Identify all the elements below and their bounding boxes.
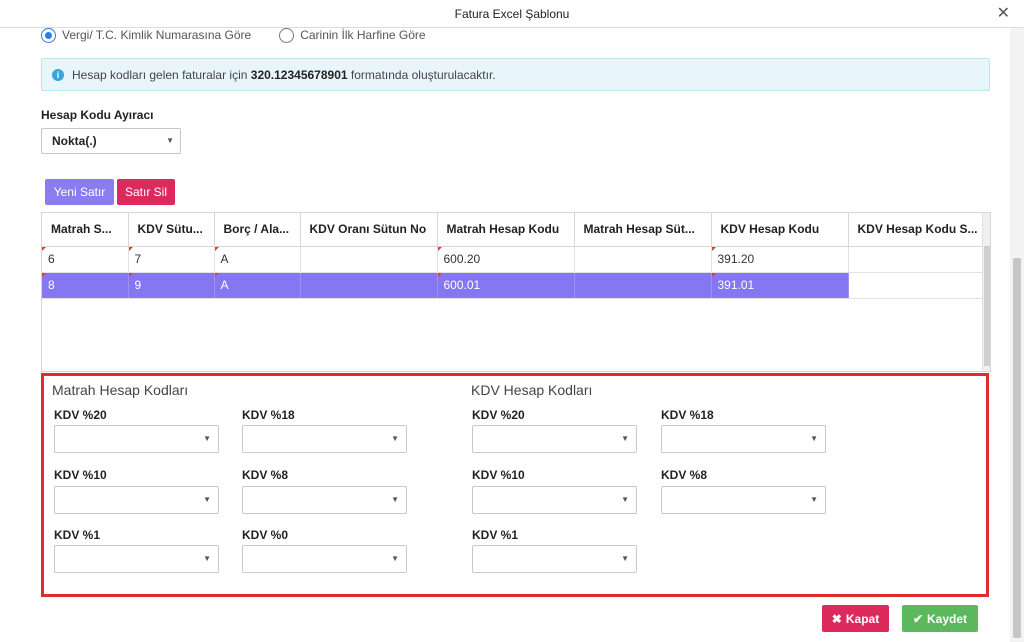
column-header[interactable]: Matrah Hesap Kodu (437, 213, 575, 247)
dialog-window: Fatura Excel Şablonu ✕ Vergi/ T.C. Kimli… (0, 0, 1024, 642)
column-header[interactable]: KDV Hesap Kodu S... (848, 213, 985, 247)
matrah-kdv10-select[interactable]: ▼ (54, 486, 219, 514)
radio-first-letter[interactable]: Carinin İlk Harfine Göre (279, 27, 426, 43)
matrah-kdv18-select[interactable]: ▼ (242, 425, 407, 453)
kdv-kdv1-label: KDV %1 (472, 528, 519, 542)
delete-row-button[interactable]: Satır Sil (117, 179, 175, 205)
chevron-down-icon: ▼ (621, 554, 629, 563)
chevron-down-icon: ▼ (621, 434, 629, 443)
window-title: Fatura Excel Şablonu (454, 7, 570, 21)
chevron-down-icon: ▼ (810, 434, 818, 443)
grid-cell[interactable] (574, 246, 712, 273)
chevron-down-icon: ▼ (203, 434, 211, 443)
radio-first-letter-label: Carinin İlk Harfine Göre (300, 28, 426, 42)
matrah-kdv1-select[interactable]: ▼ (54, 545, 219, 573)
matrah-kdv8-label: KDV %8 (242, 468, 289, 482)
matrah-kdv20-label: KDV %20 (54, 408, 107, 422)
separator-select[interactable]: Nokta(.) ▼ (41, 128, 181, 154)
matrah-kdv0-select[interactable]: ▼ (242, 545, 407, 573)
info-code: 320.12345678901 (250, 67, 348, 82)
column-header[interactable]: Borç / Ala... (214, 213, 301, 247)
check-icon: ✔ (912, 611, 924, 626)
save-button[interactable]: ✔ Kaydet (902, 605, 978, 632)
grid-cell[interactable]: 9 (128, 272, 215, 299)
save-button-label: Kaydet (927, 611, 968, 626)
chevron-down-icon: ▼ (621, 495, 629, 504)
chevron-down-icon: ▼ (391, 434, 399, 443)
grid-cell[interactable]: 600.20 (437, 246, 575, 273)
matrah-kdv8-select[interactable]: ▼ (242, 486, 407, 514)
info-icon: i (52, 68, 64, 81)
table-row[interactable]: 6 7 A 600.20 391.20 (42, 246, 985, 273)
grid-cell[interactable] (848, 272, 985, 299)
kdv-kdv20-select[interactable]: ▼ (472, 425, 637, 453)
matrah-kdv10-label: KDV %10 (54, 468, 107, 482)
kdv-section-title: KDV Hesap Kodları (471, 382, 593, 398)
grid-cell[interactable]: 6 (42, 246, 129, 273)
grid-cell[interactable] (300, 246, 438, 273)
kdv-kdv8-label: KDV %8 (661, 468, 708, 482)
kdv-kdv18-select[interactable]: ▼ (661, 425, 826, 453)
grid-header-row: Matrah S... KDV Sütu... Borç / Ala... KD… (42, 213, 985, 247)
radio-checked-icon[interactable] (41, 27, 56, 43)
chevron-down-icon: ▼ (166, 136, 174, 145)
close-button[interactable]: ✖ Kapat (822, 605, 889, 632)
separator-value: Nokta(.) (52, 134, 97, 148)
kdv-kdv20-label: KDV %20 (472, 408, 525, 422)
grid-scrollbar[interactable] (982, 213, 990, 371)
info-alert: i Hesap kodları gelen faturalar için 320… (41, 58, 990, 91)
grid-cell[interactable]: 600.01 (437, 272, 575, 299)
chevron-down-icon: ▼ (810, 495, 818, 504)
chevron-down-icon: ▼ (391, 495, 399, 504)
matrah-kdv0-label: KDV %0 (242, 528, 289, 542)
grid-scrollbar-thumb[interactable] (984, 246, 990, 366)
close-icon[interactable]: ✕ (997, 0, 1010, 28)
grid-cell[interactable]: 8 (42, 272, 129, 299)
matrah-kdv1-label: KDV %1 (54, 528, 101, 542)
info-text: Hesap kodları gelen faturalar için 320.1… (72, 68, 496, 82)
column-header[interactable]: Matrah Hesap Süt... (574, 213, 712, 247)
column-header[interactable]: KDV Sütu... (128, 213, 215, 247)
table-row-selected[interactable]: 8 9 A 600.01 391.01 (42, 272, 985, 299)
title-bar: Fatura Excel Şablonu ✕ (0, 0, 1024, 28)
radio-tax-id[interactable]: Vergi/ T.C. Kimlik Numarasına Göre (41, 27, 252, 43)
grid-cell[interactable] (574, 272, 712, 299)
radio-unchecked-icon[interactable] (279, 27, 295, 43)
info-prefix: Hesap kodları gelen faturalar için (72, 67, 248, 82)
grid-table: Matrah S... KDV Sütu... Borç / Ala... KD… (42, 213, 985, 299)
grid-cell[interactable] (300, 272, 438, 299)
kdv-kdv18-label: KDV %18 (661, 408, 714, 422)
column-header[interactable]: KDV Oranı Sütun No (300, 213, 438, 247)
column-header[interactable]: Matrah S... (42, 213, 129, 247)
new-row-button[interactable]: Yeni Satır (45, 179, 114, 205)
column-header[interactable]: KDV Hesap Kodu (711, 213, 849, 247)
kdv-kdv10-select[interactable]: ▼ (472, 486, 637, 514)
info-suffix: formatında oluşturulacaktır. (350, 67, 496, 82)
kdv-kdv10-label: KDV %10 (472, 468, 525, 482)
window-scrollbar[interactable] (1010, 28, 1024, 642)
matrah-section-title: Matrah Hesap Kodları (52, 382, 189, 398)
close-icon: ✖ (831, 611, 842, 626)
chevron-down-icon: ▼ (203, 554, 211, 563)
grid-cell[interactable]: 391.20 (711, 246, 849, 273)
chevron-down-icon: ▼ (391, 554, 399, 563)
radio-tax-id-label: Vergi/ T.C. Kimlik Numarasına Göre (62, 28, 252, 42)
close-button-label: Kapat (845, 611, 880, 626)
grid-cell[interactable] (848, 246, 985, 273)
grid-cell[interactable]: 7 (128, 246, 215, 273)
kdv-kdv1-select[interactable]: ▼ (472, 545, 637, 573)
matrah-kdv18-label: KDV %18 (242, 408, 295, 422)
matrah-kdv20-select[interactable]: ▼ (54, 425, 219, 453)
separator-label: Hesap Kodu Ayıracı (41, 108, 154, 122)
grid-cell[interactable]: A (214, 246, 301, 273)
kdv-kdv8-select[interactable]: ▼ (661, 486, 826, 514)
data-grid: Matrah S... KDV Sütu... Borç / Ala... KD… (41, 212, 991, 372)
chevron-down-icon: ▼ (203, 495, 211, 504)
window-scrollbar-thumb[interactable] (1013, 258, 1021, 638)
grouping-options: Vergi/ T.C. Kimlik Numarasına Göre Carin… (41, 25, 426, 45)
grid-cell[interactable]: A (214, 272, 301, 299)
grid-cell[interactable]: 391.01 (711, 272, 849, 299)
